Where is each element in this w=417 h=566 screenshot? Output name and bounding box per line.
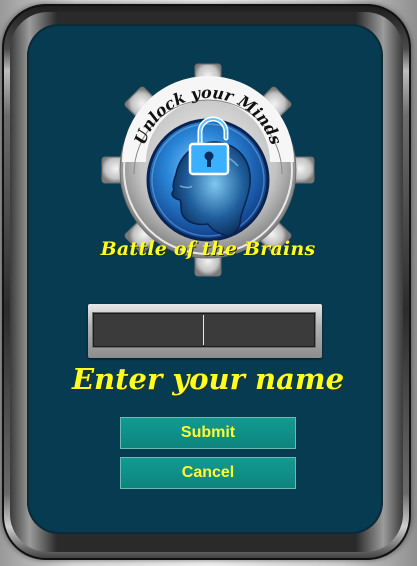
text-caret [203,315,204,345]
name-field-frame [88,304,322,358]
name-input[interactable] [92,312,316,348]
logo-title: Battle of the Brains [100,238,316,260]
submit-button[interactable]: Submit [120,417,296,449]
app-window: Unlock your Minds Battle of the Brains E… [0,0,417,566]
cancel-button[interactable]: Cancel [120,457,296,489]
enter-name-prompt: Enter your name [71,362,345,396]
